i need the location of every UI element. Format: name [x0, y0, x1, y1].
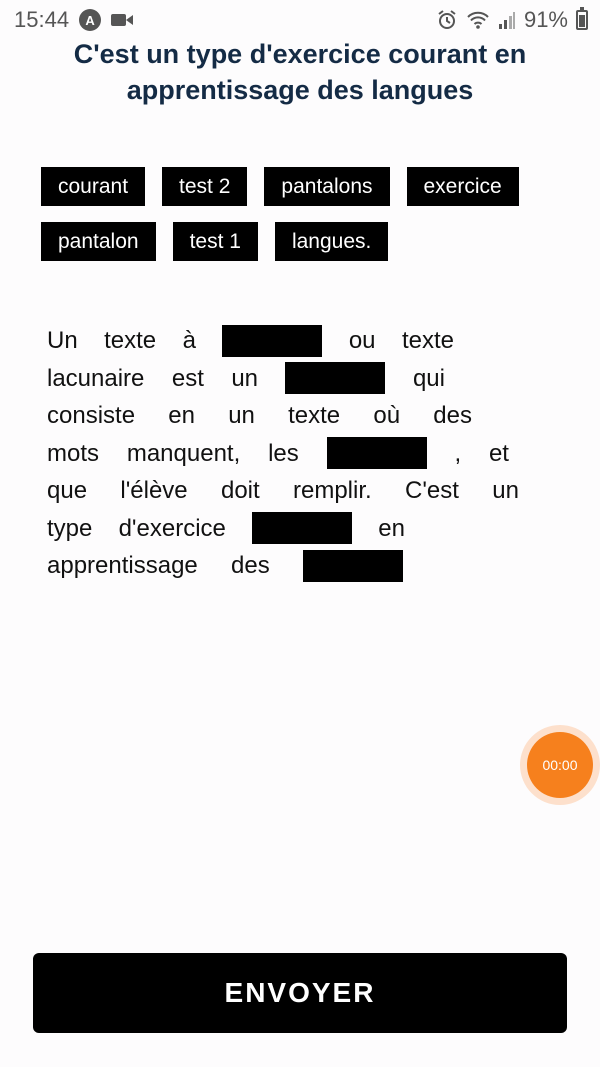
- blank-slot[interactable]: [302, 549, 403, 582]
- word: un: [228, 402, 255, 429]
- word: apprentissage: [47, 552, 198, 579]
- word: à: [182, 327, 196, 354]
- word: des: [433, 402, 472, 429]
- timer-bubble[interactable]: 00:00: [520, 725, 600, 805]
- text-line: lacunaire est un qui: [47, 360, 445, 398]
- text-line: type d'exercice en: [47, 510, 405, 548]
- word: ,: [454, 439, 462, 467]
- word: qui: [412, 364, 445, 392]
- alarm-icon: [436, 9, 458, 31]
- text-line: que l'élève doit remplir. C'est un: [47, 472, 519, 510]
- send-button[interactable]: ENVOYER: [33, 953, 567, 1033]
- word: d'exercice: [118, 514, 226, 542]
- word: Un: [47, 327, 78, 354]
- blank-slot[interactable]: [326, 437, 427, 470]
- text-line: mots manquent, les , et: [47, 435, 509, 473]
- word-chip[interactable]: test 2: [162, 167, 248, 206]
- word: et: [488, 439, 509, 467]
- blank-slot[interactable]: [252, 512, 353, 545]
- battery-percent: 91%: [523, 7, 568, 32]
- word-chip[interactable]: exercice: [406, 167, 519, 206]
- word: un: [231, 364, 259, 392]
- word: C'est: [404, 477, 459, 504]
- wifi-icon: [466, 10, 490, 30]
- word: où: [373, 402, 401, 429]
- exercise-title: C'est un type d'exercice courant en appr…: [73, 39, 527, 105]
- word: texte: [104, 327, 157, 354]
- word: texte: [288, 402, 341, 429]
- word: les: [268, 439, 299, 467]
- word: remplir.: [292, 477, 372, 504]
- word: manquent,: [126, 439, 241, 467]
- word: des: [231, 552, 270, 579]
- word: consiste: [47, 402, 136, 429]
- a-icon: A: [79, 9, 102, 31]
- text-line: Un texte à ou texte: [47, 322, 454, 360]
- word-chip[interactable]: test 1: [172, 222, 258, 261]
- timer-value: 00:00: [527, 732, 593, 798]
- signal-icon: [498, 10, 516, 30]
- video-icon: [111, 12, 134, 28]
- word: que: [47, 477, 88, 504]
- word: en: [378, 514, 405, 542]
- blank-slot[interactable]: [222, 324, 323, 357]
- word: mots: [47, 439, 100, 467]
- word-chip[interactable]: pantalons: [264, 167, 390, 206]
- blank-slot[interactable]: [285, 362, 386, 395]
- word: l'élève: [120, 477, 188, 504]
- word: ou: [348, 327, 376, 354]
- word: type: [47, 514, 93, 542]
- text-line: consiste en un texte où des: [47, 397, 472, 435]
- word-chip[interactable]: langues.: [274, 222, 389, 261]
- status-bar: 15:44 A 91%: [0, 0, 600, 40]
- battery-icon: [576, 7, 588, 30]
- word: en: [168, 402, 195, 429]
- word: lacunaire: [47, 364, 145, 392]
- text-line: apprentissage des: [47, 547, 403, 585]
- word: doit: [220, 477, 260, 504]
- word: est: [171, 364, 204, 392]
- word-chip[interactable]: courant: [41, 167, 146, 206]
- word: un: [492, 477, 519, 504]
- word-bank-row: courant test 2 pantalons exercice: [41, 167, 561, 206]
- word-chip[interactable]: pantalon: [41, 222, 156, 261]
- fill-in-text: Un texte à ou texte lacunaire est un qui…: [47, 322, 519, 585]
- status-time: 15:44: [14, 7, 70, 32]
- word-bank-row: pantalon test 1 langues.: [41, 222, 561, 261]
- word-bank: courant test 2 pantalons exercice pantal…: [41, 167, 561, 277]
- word: texte: [401, 327, 454, 354]
